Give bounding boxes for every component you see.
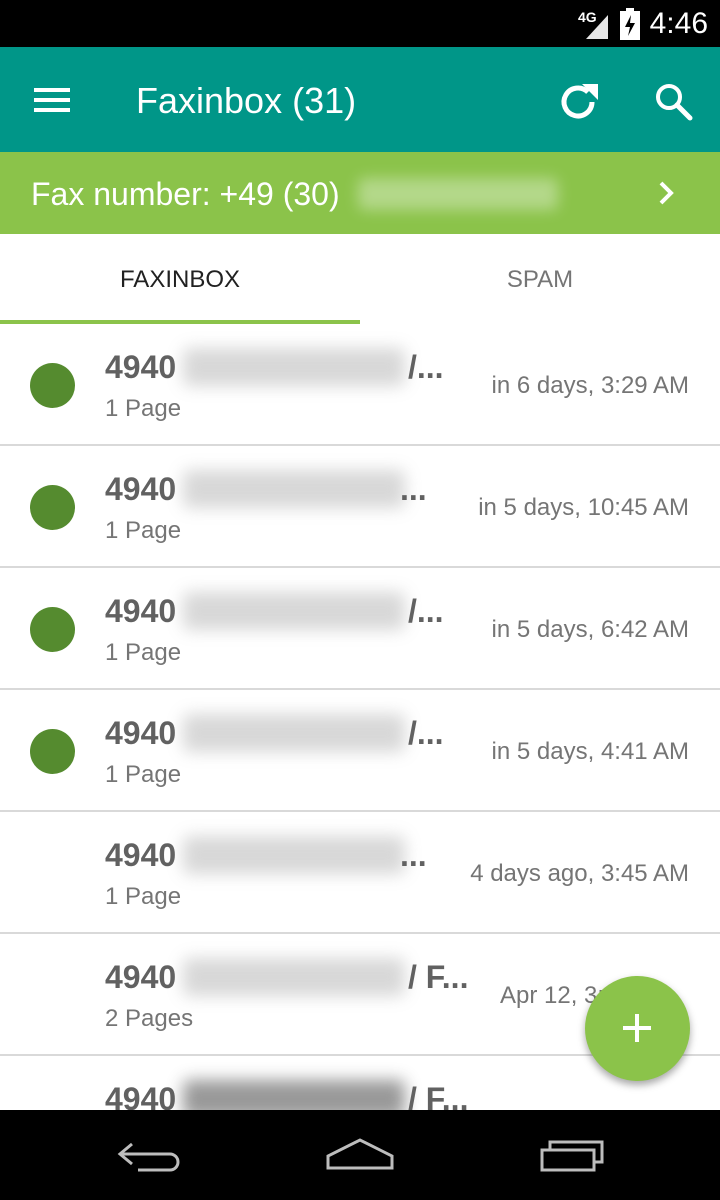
compose-fax-button[interactable] — [585, 976, 690, 1081]
redacted-number — [358, 178, 558, 210]
refresh-icon[interactable] — [554, 78, 602, 126]
received-time: in 6 days, 3:29 AM — [491, 372, 689, 399]
system-nav-bar — [0, 1110, 720, 1200]
received-time: in 5 days, 4:41 AM — [491, 738, 689, 765]
unread-indicator — [30, 485, 75, 530]
list-item[interactable]: 4940 ... 1 Page 4 days ago, 3:45 AM — [0, 812, 720, 934]
sender-number: 4940 — [105, 471, 177, 507]
redacted-number — [183, 836, 405, 874]
sender-number: 4940 — [105, 349, 177, 385]
sender-number: 4940 — [105, 837, 177, 873]
sender-suffix: / F... — [408, 959, 469, 995]
battery-charging-icon — [620, 8, 640, 40]
sender-number: 4940 — [105, 1081, 177, 1110]
redacted-number — [183, 958, 405, 996]
hamburger-menu-icon[interactable] — [32, 85, 72, 115]
sender-suffix: /... — [408, 349, 444, 385]
chevron-right-icon — [656, 178, 678, 208]
sender-number: 4940 — [105, 715, 177, 751]
back-icon[interactable] — [110, 1132, 190, 1178]
fax-number-label: Fax number: +49 (30) — [31, 176, 340, 212]
list-item[interactable]: 4940 /... 1 Page in 6 days, 3:29 AM — [0, 324, 720, 446]
sender-number: 4940 — [105, 593, 177, 629]
sender-suffix: /... — [408, 593, 444, 629]
page-count: 1 Page — [105, 395, 182, 422]
home-icon[interactable] — [320, 1132, 400, 1178]
page-count: 1 Page — [105, 639, 182, 666]
tab-bar: FAXINBOX SPAM — [0, 234, 720, 324]
sender-suffix: / F... — [408, 1081, 469, 1110]
list-item[interactable]: 4940 ... 1 Page in 5 days, 10:45 AM — [0, 446, 720, 568]
list-item[interactable]: 4940 /... 1 Page in 5 days, 6:42 AM — [0, 568, 720, 690]
unread-indicator — [30, 607, 75, 652]
received-time: 4 days ago, 3:45 AM — [470, 860, 689, 887]
page-title: Faxinbox (31) — [136, 80, 357, 121]
recents-icon[interactable] — [530, 1132, 610, 1178]
received-time: in 5 days, 6:42 AM — [491, 616, 689, 643]
sender-suffix: ... — [400, 837, 427, 873]
received-time: in 5 days, 10:45 AM — [478, 494, 689, 521]
app-bar: Faxinbox (31) — [0, 47, 720, 152]
unread-indicator — [30, 729, 75, 774]
unread-indicator — [30, 363, 75, 408]
clock: 4:46 — [649, 7, 708, 40]
page-count: 1 Page — [105, 883, 182, 910]
status-bar: 4G 4:46 — [0, 0, 720, 47]
list-item[interactable]: 4940 /... 1 Page in 5 days, 4:41 AM — [0, 690, 720, 812]
page-count: 1 Page — [105, 761, 182, 788]
fax-number-bar[interactable]: Fax number: +49 (30) — [0, 152, 720, 234]
tab-faxinbox[interactable]: FAXINBOX — [0, 234, 360, 324]
page-count: 2 Pages — [105, 1005, 194, 1032]
search-icon[interactable] — [652, 80, 696, 124]
sender-suffix: /... — [408, 715, 444, 751]
redacted-number — [183, 1080, 405, 1110]
plus-icon — [623, 1014, 651, 1042]
tab-spam[interactable]: SPAM — [360, 234, 720, 324]
redacted-number — [183, 470, 405, 508]
cell-signal-icon: 4G — [578, 9, 610, 39]
redacted-number — [183, 714, 405, 752]
sender-suffix: ... — [400, 471, 427, 507]
redacted-number — [183, 348, 405, 386]
redacted-number — [183, 592, 405, 630]
page-count: 1 Page — [105, 517, 182, 544]
sender-number: 4940 — [105, 959, 177, 995]
